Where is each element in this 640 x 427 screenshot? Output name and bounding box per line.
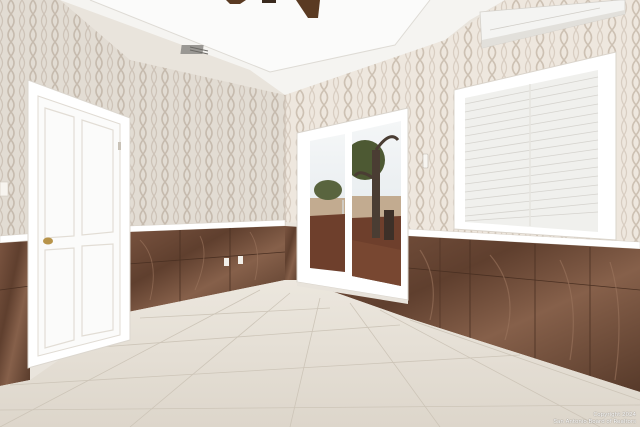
watermark-line-2: San Antonio Board of Realtors <box>553 418 636 425</box>
empty-room-photo: Copyright 2024 San Antonio Board of Real… <box>0 0 640 427</box>
sliding-glass-door[interactable] <box>296 107 409 304</box>
interior-door[interactable] <box>27 79 131 369</box>
copyright-watermark: Copyright 2024 San Antonio Board of Real… <box>554 412 636 425</box>
door-knob[interactable] <box>43 237 53 245</box>
door-handle[interactable] <box>342 200 344 214</box>
thermostat[interactable] <box>422 153 429 169</box>
wall-outlet <box>224 258 229 266</box>
light-switch[interactable] <box>0 181 9 197</box>
wall-outlet <box>238 256 243 264</box>
